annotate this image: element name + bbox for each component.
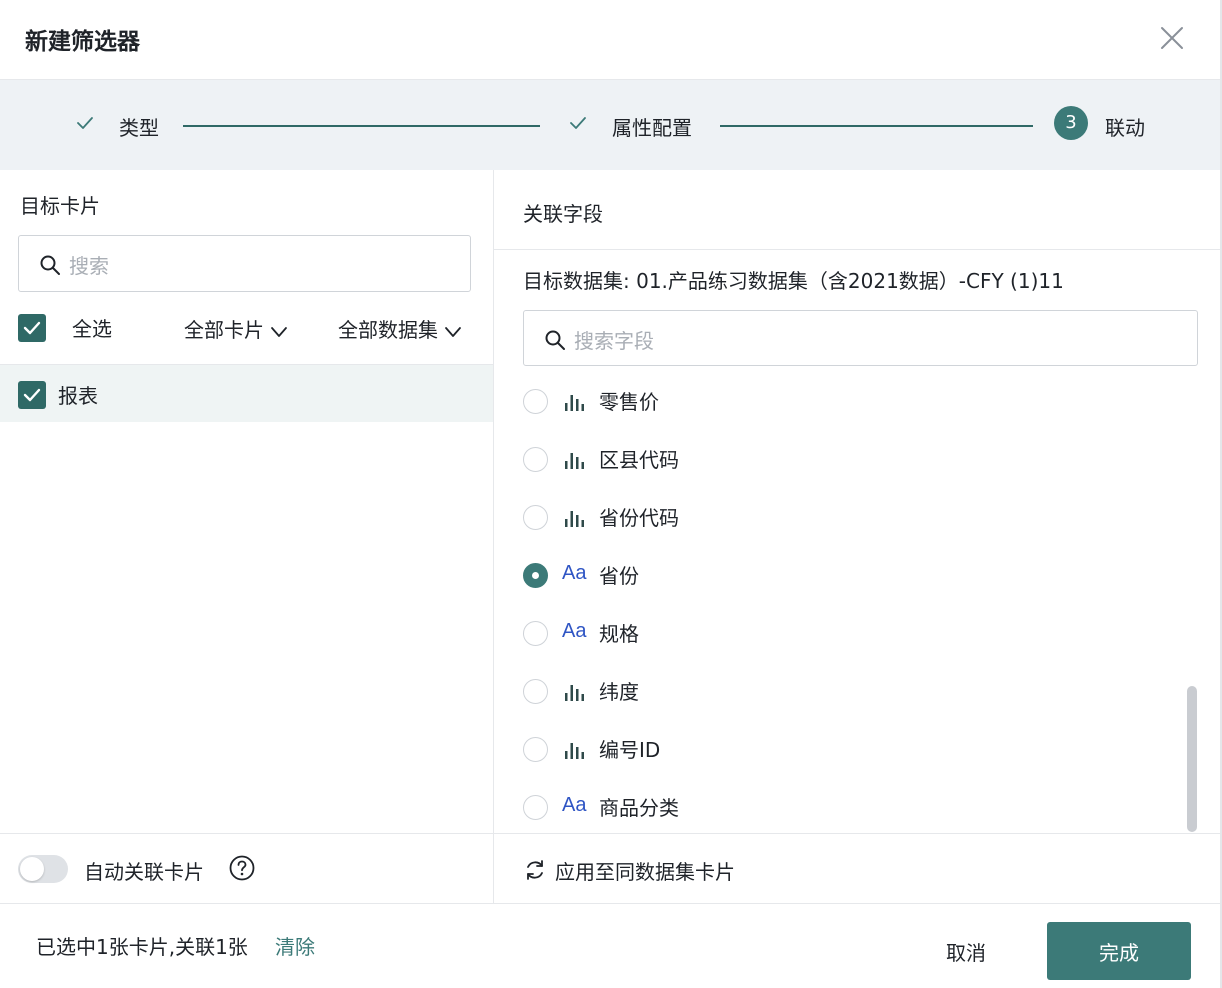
field-name: 区县代码 [599,448,679,472]
step-1-check-icon [68,106,102,140]
field-radio[interactable] [523,505,548,530]
field-item[interactable]: Aa 规格 [494,604,1184,662]
field-name: 规格 [599,622,639,646]
bar-chart-icon [565,685,584,701]
field-item[interactable]: 省份代码 [494,488,1184,546]
field-radio-selected[interactable] [523,563,548,588]
text-type-icon: Aa [562,620,587,642]
field-item[interactable]: Aa 省份 [494,546,1184,604]
dialog-header: 新建筛选器 [0,0,1220,80]
field-radio[interactable] [523,737,548,762]
chevron-down-icon [271,326,287,337]
apply-to-same-dataset-button[interactable]: 应用至同数据集卡片 [555,856,735,885]
step-2-label: 属性配置 [612,116,692,140]
bar-chart-icon [565,511,584,527]
step-1-label: 类型 [119,116,159,140]
bar-chart-icon [565,453,584,469]
field-radio[interactable] [523,389,548,414]
new-filter-dialog: 新建筛选器 类型 属性配置 3 联动 目标卡片 搜索 全选 全部卡片 全部数据集 [0,0,1222,988]
all-datasets-dropdown[interactable]: 全部数据集 [338,314,462,343]
field-name: 编号ID [599,738,661,762]
target-dataset-label: 目标数据集: 01.产品练习数据集（含2021数据）-CFY (1)11 [523,269,1064,293]
checkmark-icon [23,388,41,402]
card-search-input[interactable]: 搜索 [18,235,471,292]
step-connector-2 [720,125,1033,127]
all-cards-dropdown[interactable]: 全部卡片 [184,314,288,343]
field-radio[interactable] [523,621,548,646]
field-radio[interactable] [523,795,548,820]
toggle-knob [20,857,44,881]
card-search-placeholder: 搜索 [69,254,109,278]
target-cards-title: 目标卡片 [20,194,100,218]
field-item[interactable]: 区县代码 [494,430,1184,488]
search-icon [545,330,565,350]
bar-chart-icon [565,395,584,411]
checkmark-icon [23,321,41,335]
dialog-title: 新建筛选器 [25,29,140,55]
field-name: 零售价 [599,390,659,414]
step-3-label: 联动 [1105,116,1145,140]
field-name: 纬度 [599,680,639,704]
field-name: 省份代码 [599,506,679,530]
field-radio[interactable] [523,447,548,472]
done-button[interactable]: 完成 [1047,922,1191,980]
step-2-check-icon [561,106,595,140]
target-cards-panel: 目标卡片 搜索 全选 全部卡片 全部数据集 报表 自动关联卡片 [0,170,494,903]
clear-link[interactable]: 清除 [275,931,315,960]
dialog-footer: 已选中1张卡片,关联1张 清除 取消 完成 [0,903,1220,988]
linked-fields-title: 关联字段 [523,202,603,226]
field-item[interactable]: Aa 商品分类 [494,778,1184,832]
field-list-scrollbar[interactable] [1187,686,1197,832]
card-item-report[interactable]: 报表 [0,364,493,422]
help-icon[interactable] [228,854,256,882]
card-item-label: 报表 [58,384,98,408]
cancel-button[interactable]: 取消 [920,922,1012,980]
field-item[interactable]: 纬度 [494,662,1184,720]
left-panel-footer: 自动关联卡片 [0,833,493,903]
step-connector-1 [183,125,540,127]
refresh-icon[interactable] [523,858,547,882]
select-all-label: 全选 [72,317,112,341]
linked-fields-panel: 关联字段 目标数据集: 01.产品练习数据集（含2021数据）-CFY (1)1… [494,170,1220,903]
card-item-checkbox[interactable] [18,381,46,409]
text-type-icon: Aa [562,794,587,816]
close-icon[interactable] [1156,22,1188,54]
select-all-checkbox[interactable] [18,314,46,342]
field-radio[interactable] [523,679,548,704]
auto-link-toggle[interactable] [18,855,68,883]
field-item[interactable]: 零售价 [494,372,1184,430]
field-item[interactable]: 编号ID [494,720,1184,778]
chevron-down-icon [445,326,461,337]
search-icon [40,255,60,275]
field-name: 商品分类 [599,796,679,820]
all-datasets-dropdown-label: 全部数据集 [338,318,438,342]
auto-link-label: 自动关联卡片 [84,860,204,884]
step-3-number: 3 [1054,106,1088,140]
selection-summary: 已选中1张卡片,关联1张 [36,935,248,959]
divider [494,249,1220,250]
text-type-icon: Aa [562,562,587,584]
right-panel-footer: 应用至同数据集卡片 [494,833,1220,903]
field-name: 省份 [599,564,639,588]
field-list: 零售价 区县代码 省份代码 Aa 省份 Aa 规格 纬度 编号ID Aa 商品分… [494,372,1220,832]
all-cards-dropdown-label: 全部卡片 [184,318,264,342]
bar-chart-icon [565,743,584,759]
field-search-input[interactable]: 搜索字段 [523,310,1198,366]
field-search-placeholder: 搜索字段 [574,329,654,353]
